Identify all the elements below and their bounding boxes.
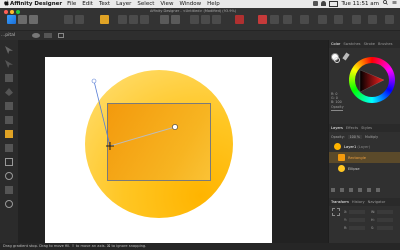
layer-row-layer1[interactable]: Layer1 (Layer) <box>329 141 400 152</box>
stroke-swatch[interactable] <box>334 57 340 63</box>
transform-s-label: S: <box>371 226 375 230</box>
add-mask-icon[interactable] <box>349 188 353 192</box>
layer-note: (Layer) <box>357 144 371 149</box>
transform-y-field[interactable] <box>349 218 365 222</box>
tab-stroke[interactable]: Stroke <box>364 42 375 46</box>
color-b-readout: B: 100 <box>331 100 342 104</box>
status-bar: Drag gradient stop. Drag to move fill. ⇧… <box>0 243 400 250</box>
layer-row-rectangle[interactable]: Rectangle <box>329 152 400 163</box>
add-adjustment-icon[interactable] <box>358 188 362 192</box>
tab-effects[interactable]: Effects <box>346 126 358 130</box>
layer-opacity-label: Opacity: <box>331 134 345 139</box>
tab-brushes[interactable]: Brushes <box>378 42 392 46</box>
layers-panel-tabs: Layers Effects Styles <box>329 124 400 132</box>
layer-opacity-value[interactable]: 100 % <box>347 134 363 139</box>
transform-panel-tabs: Transform History Navigator <box>329 198 400 206</box>
transform-x-label: X: <box>344 210 348 214</box>
transform-x-field[interactable] <box>349 210 365 214</box>
studio-panels: Color Swatches Stroke Brushes R: 0 G: 0 … <box>328 40 400 243</box>
gradient-axis-handle[interactable] <box>91 78 97 84</box>
tab-layers[interactable]: Layers <box>331 126 343 130</box>
transform-w-label: W: <box>371 210 376 214</box>
transform-h-label: H: <box>371 218 375 222</box>
tab-swatches[interactable]: Swatches <box>343 42 360 46</box>
status-text: Drag gradient stop. Drag to move fill. ⇧… <box>3 244 147 248</box>
blend-mode-select[interactable]: Multiply <box>365 135 378 139</box>
layer-controls: Opacity: 100 % Multiply <box>329 133 400 140</box>
transform-s-field[interactable] <box>377 226 393 230</box>
add-layer-icon[interactable] <box>367 188 371 192</box>
tab-history[interactable]: History <box>352 200 365 204</box>
layer-fx-icon[interactable] <box>331 188 335 192</box>
delete-layer-icon[interactable] <box>376 188 380 192</box>
tab-styles[interactable]: Styles <box>361 126 372 130</box>
layer-row-ellipse[interactable]: Ellipse <box>329 163 400 174</box>
gradient-axis-line <box>93 80 111 147</box>
layer-name: Rectangle <box>348 155 366 160</box>
tab-navigator[interactable]: Navigator <box>368 200 386 204</box>
tab-transform[interactable]: Transform <box>331 200 349 204</box>
tab-color[interactable]: Color <box>331 42 340 46</box>
layer-thumbnail <box>338 165 345 172</box>
layer-name: Ellipse <box>348 166 360 171</box>
opacity-label: Opacity <box>331 105 344 109</box>
transform-r-label: R: <box>344 226 348 230</box>
gradient-start-stop[interactable] <box>106 142 114 150</box>
color-panel-tabs: Color Swatches Stroke Brushes <box>329 40 400 48</box>
gradient-line <box>109 126 176 147</box>
transform-h-field[interactable] <box>377 218 393 222</box>
transform-y-label: Y: <box>344 218 347 222</box>
layer-thumbnail <box>334 143 341 150</box>
opacity-slider[interactable] <box>331 110 343 111</box>
gradient-end-stop[interactable] <box>172 124 178 130</box>
anchor-grid-icon[interactable] <box>332 208 340 216</box>
layer-thumbnail <box>338 154 345 161</box>
color-triangle[interactable] <box>357 65 387 95</box>
transform-w-field[interactable] <box>377 210 393 214</box>
layer-name: Layer1 <box>344 144 357 149</box>
transform-r-field[interactable] <box>349 226 365 230</box>
eyedropper-icon[interactable] <box>342 52 350 61</box>
add-pixel-layer-icon[interactable] <box>340 188 344 192</box>
layers-footer <box>331 188 399 194</box>
